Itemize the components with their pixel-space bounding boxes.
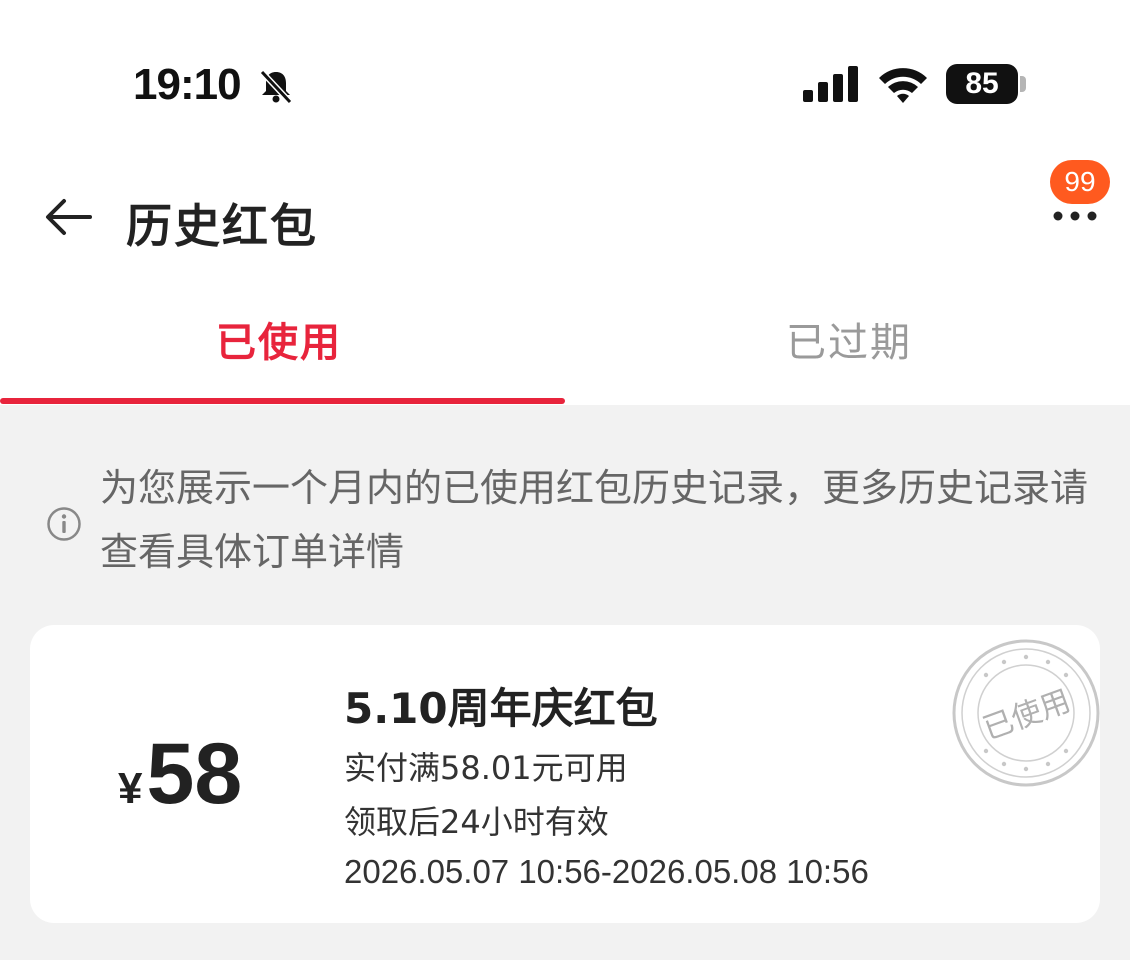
more-icon[interactable] <box>1050 206 1100 226</box>
info-icon <box>47 507 81 541</box>
active-tab-indicator <box>0 398 565 404</box>
back-arrow-icon <box>46 199 92 235</box>
tab-used[interactable]: 已使用 <box>216 310 342 368</box>
tab-expired[interactable]: 已过期 <box>786 310 912 368</box>
signal-icon <box>803 66 858 102</box>
red-packet-title: 5.10周年庆红包 <box>344 684 658 733</box>
back-button[interactable] <box>40 192 96 242</box>
validity-text: 领取后24小时有效 <box>344 803 609 841</box>
stamp-text: 已使用 <box>979 684 1076 748</box>
notification-badge: 99 <box>1050 160 1110 204</box>
used-stamp: 已使用 <box>952 639 1100 787</box>
bell-muted-icon <box>259 69 293 105</box>
validity-period: 2026.05.07 10:56-2026.05.08 10:56 <box>344 853 869 890</box>
page-title: 历史红包 <box>126 199 318 253</box>
usage-condition: 实付满58.01元可用 <box>344 749 628 787</box>
history-notice: 为您展示一个月内的已使用红包历史记录，更多历史记录请查看具体订单详情 <box>100 466 1089 574</box>
amount-value: 58 <box>146 726 243 822</box>
status-time: 19:10 <box>133 60 242 109</box>
wifi-icon <box>879 68 927 103</box>
currency-symbol: ¥ <box>118 764 143 813</box>
battery-icon: 85 <box>946 64 1018 104</box>
red-packet-card[interactable]: ¥ 58 5.10周年庆红包 实付满58.01元可用 领取后24小时有效 202… <box>30 625 1100 923</box>
battery-tip <box>1020 76 1026 92</box>
red-packet-amount: ¥ 58 <box>118 725 242 824</box>
